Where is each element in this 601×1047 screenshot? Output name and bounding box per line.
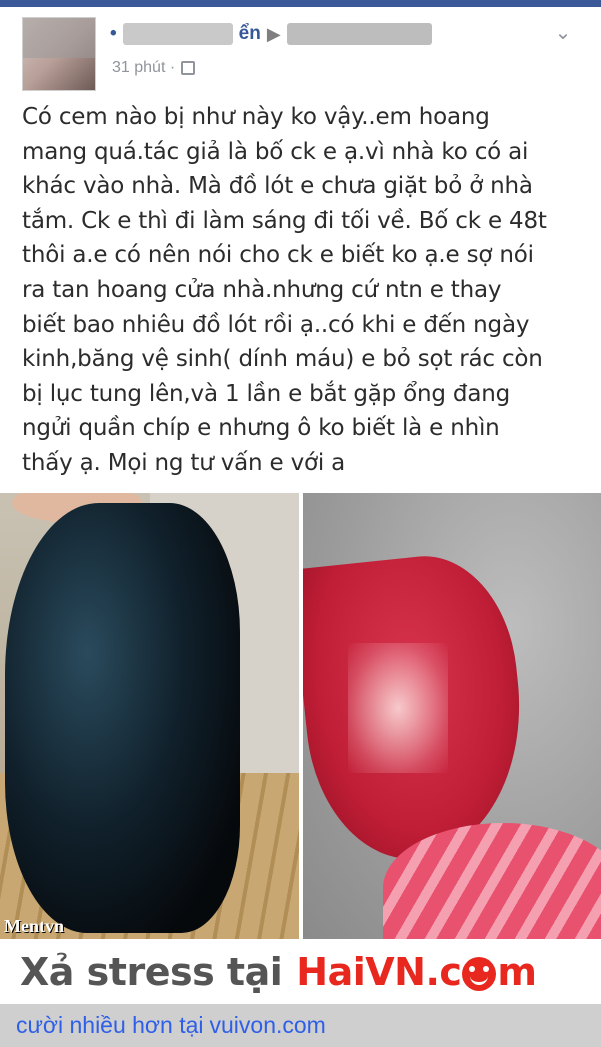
footer-link[interactable]: vuivon.com bbox=[210, 1012, 326, 1039]
chevron-down-icon[interactable]: ⌄ bbox=[549, 23, 577, 43]
post-text-line: bị lục tung lên,và 1 lần e bắt gặp ổng đ… bbox=[22, 380, 510, 407]
photo-watermark: Mentvn bbox=[4, 916, 64, 936]
post-text-line: biết bao nhiêu đồ lót rồi ạ..có khi e đế… bbox=[22, 311, 530, 338]
post-text-line: mang quá.tác giả là bố ck e ạ.vì nhà ko … bbox=[22, 138, 529, 165]
author-name-redacted bbox=[122, 23, 233, 45]
footer-bar: cười nhiều hơn tại vuivon.com bbox=[0, 1004, 601, 1047]
post-text-line: ngửi quần chíp e nhưng ô ko biết là e nh… bbox=[22, 415, 500, 442]
recipient-name-redacted[interactable] bbox=[286, 23, 432, 45]
post-text-line: ra tan hoang cửa nhà.nhưng cứ ntn e thay bbox=[22, 276, 502, 303]
post-text-line: Có cem nào bị như này ko vậy..em hoang bbox=[22, 104, 490, 130]
post-text-line: kinh,băng vệ sinh( dính máu) e bỏ sọt rá… bbox=[22, 346, 543, 373]
photo-red-bra[interactable] bbox=[303, 493, 601, 939]
post-text-line: thấy ạ. Mọi ng tư vấn e với a bbox=[22, 449, 346, 476]
brand-site-part2: m bbox=[497, 949, 537, 994]
photo-lace-underwear[interactable]: Mentvn bbox=[0, 493, 299, 939]
post-text-line: khác vào nhà. Mà đồ lót e chưa giặt bỏ ở… bbox=[22, 173, 533, 200]
privacy-icon bbox=[181, 61, 196, 75]
post-header: • ển ▶ 31 phút · ⌄ bbox=[0, 7, 601, 91]
arrow-right-icon: ▶ bbox=[266, 23, 281, 44]
author-name-initial[interactable]: • bbox=[110, 23, 117, 45]
brand-site: HaiVN.c m bbox=[296, 949, 537, 994]
post-text-line: thôi a.e có nên nói cho ck e biết ko ạ.e… bbox=[22, 242, 534, 269]
avatar[interactable] bbox=[22, 17, 96, 91]
post-meta: 31 phút · bbox=[112, 59, 196, 77]
brand-site-part1: HaiVN.c bbox=[296, 949, 462, 994]
top-border bbox=[0, 0, 601, 7]
author-area: • ển ▶ bbox=[110, 19, 432, 49]
post-text-line: tắm. Ck e thì đi làm sáng đi tối về. Bố … bbox=[22, 207, 547, 234]
post-photos: Mentvn bbox=[0, 493, 601, 939]
author-name-suffix[interactable]: ển bbox=[239, 23, 261, 45]
smiley-icon bbox=[462, 957, 497, 991]
brand-prefix: Xả stress tại bbox=[20, 949, 283, 994]
post-screenshot: • ển ▶ 31 phút · ⌄ Có cem nào bị như này… bbox=[0, 0, 601, 1047]
brand-bar: Xả stress tại HaiVN.c m bbox=[0, 939, 601, 1004]
post-text: Có cem nào bị như này ko vậy..em hoang ma… bbox=[22, 100, 587, 481]
footer-text: cười nhiều hơn tại bbox=[16, 1012, 204, 1038]
post-time[interactable]: 31 phút · bbox=[112, 59, 175, 77]
